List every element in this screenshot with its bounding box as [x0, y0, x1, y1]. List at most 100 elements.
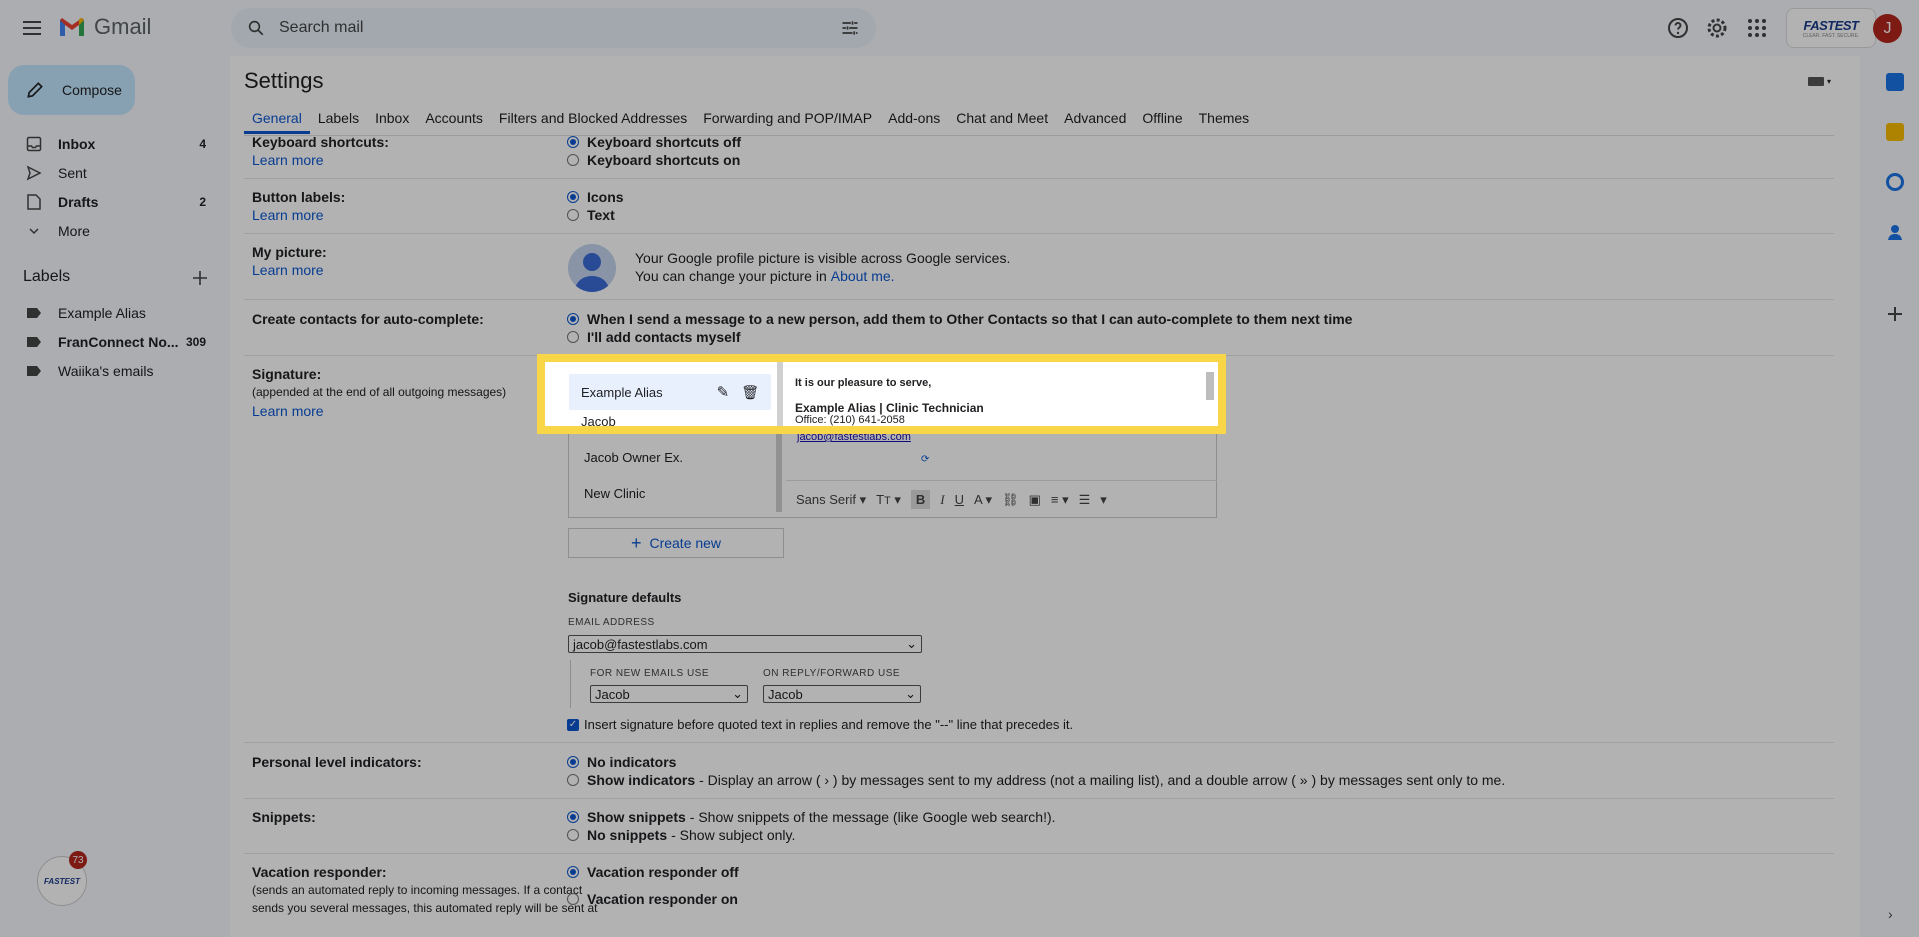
link-icon[interactable]: ⛓ — [1002, 492, 1019, 508]
align-icon[interactable]: ≡ ▾ — [1051, 492, 1069, 508]
more-formatting-icon[interactable]: ▾ — [1100, 492, 1107, 508]
add-label-icon[interactable] — [191, 269, 209, 287]
signature-sub: (appended at the end of all outgoing mes… — [252, 385, 507, 399]
font-size-icon[interactable]: TT ▾ — [876, 492, 901, 508]
radio-selected[interactable] — [567, 866, 579, 878]
label-item-example-alias[interactable]: Example Alias — [0, 298, 216, 328]
section-divider — [244, 178, 1834, 179]
tab-chat-meet[interactable]: Chat and Meet — [948, 108, 1056, 134]
tasks-icon[interactable] — [1886, 173, 1904, 191]
org-widget-text: FASTEST — [43, 876, 80, 886]
email-address-select[interactable]: jacob@fastestlabs.com ⌄ — [568, 635, 922, 653]
bold-icon[interactable]: B — [910, 490, 931, 509]
about-me-link[interactable]: About me. — [831, 268, 895, 284]
sidebar-item-inbox[interactable]: Inbox 4 — [0, 129, 216, 159]
numbered-list-icon[interactable]: ☰ — [1079, 492, 1091, 508]
radio-selected[interactable] — [567, 191, 579, 203]
radio-unselected[interactable] — [567, 209, 579, 221]
calendar-icon[interactable] — [1886, 73, 1904, 91]
pencil-icon — [27, 82, 43, 98]
account-avatar[interactable]: J — [1873, 14, 1902, 43]
tab-accounts[interactable]: Accounts — [417, 108, 491, 134]
signature-text-line1: It is our pleasure to serve, — [795, 377, 932, 389]
radio-unselected[interactable] — [567, 893, 579, 905]
main-menu-icon[interactable] — [20, 16, 44, 40]
radio-unselected[interactable] — [567, 774, 579, 786]
compose-button[interactable]: Compose — [8, 65, 135, 115]
underline-icon[interactable]: U — [955, 492, 964, 507]
search-input[interactable] — [279, 19, 840, 37]
font-family-select[interactable]: Sans Serif ▾ — [796, 492, 866, 508]
checkbox-checked[interactable]: ✓ — [567, 718, 579, 731]
create-new-signature-button[interactable]: + Create new — [568, 528, 784, 558]
tab-offline[interactable]: Offline — [1134, 108, 1190, 134]
compose-label: Compose — [62, 82, 122, 98]
signature-list-item-selected[interactable]: Example Alias ✎ 🗑 — [569, 374, 771, 410]
get-addons-icon[interactable] — [1886, 305, 1904, 323]
tab-themes[interactable]: Themes — [1191, 108, 1258, 134]
contacts-icon[interactable] — [1886, 223, 1904, 241]
snippets-label: Snippets: — [252, 809, 316, 825]
auto-add-contacts-radio[interactable]: When I send a message to a new person, a… — [567, 311, 1352, 327]
editor-scrollbar-thumb[interactable] — [1206, 372, 1214, 400]
keyboard-learn-more-link[interactable]: Learn more — [252, 152, 324, 168]
signature-list-item[interactable]: Jacob — [581, 414, 616, 426]
gmail-logo[interactable]: Gmail — [58, 14, 151, 40]
edit-pencil-icon[interactable]: ✎ — [717, 383, 730, 401]
sidebar-item-more[interactable]: More — [0, 216, 216, 246]
apps-grid-icon[interactable] — [1745, 16, 1769, 40]
insert-signature-option[interactable]: ✓ Insert signature before quoted text in… — [567, 717, 1073, 732]
tab-general[interactable]: General — [244, 108, 310, 134]
tab-advanced[interactable]: Advanced — [1056, 108, 1134, 134]
signature-list-item[interactable]: New Clinic — [584, 486, 645, 501]
tab-addons[interactable]: Add-ons — [880, 108, 948, 134]
tab-inbox[interactable]: Inbox — [367, 108, 417, 134]
signature-learn-more-link[interactable]: Learn more — [252, 403, 324, 419]
picture-info-line1: Your Google profile picture is visible a… — [635, 250, 1011, 266]
radio-unselected[interactable] — [567, 154, 579, 166]
label-item-waiika[interactable]: Waiika's emails — [0, 356, 216, 386]
help-icon[interactable] — [1666, 16, 1690, 40]
sidebar-item-sent[interactable]: Sent — [0, 158, 216, 188]
keyboard-off-radio[interactable]: Keyboard shortcuts off — [567, 134, 741, 150]
radio-selected[interactable] — [567, 811, 579, 823]
manual-contacts-radio[interactable]: I'll add contacts myself — [567, 329, 741, 345]
vacation-on-radio[interactable]: Vacation responder on — [567, 891, 738, 907]
tab-forwarding[interactable]: Forwarding and POP/IMAP — [695, 108, 880, 134]
reply-forward-signature-select[interactable]: Jacob ⌄ — [763, 685, 921, 703]
text-radio[interactable]: Text — [567, 207, 615, 223]
expand-panel-icon[interactable]: › — [1888, 906, 1893, 922]
radio-selected[interactable] — [567, 313, 579, 325]
icons-radio[interactable]: Icons — [567, 189, 624, 205]
list-scrollbar-thumb[interactable] — [777, 362, 783, 426]
radio-selected[interactable] — [567, 136, 579, 148]
no-snippets-radio[interactable]: No snippets - Show subject only. — [567, 827, 795, 843]
input-tools-icon[interactable]: ▾ — [1808, 74, 1836, 88]
delete-trash-icon[interactable]: 🗑 — [741, 384, 759, 401]
filter-options-icon[interactable] — [840, 18, 860, 38]
radio-selected[interactable] — [567, 756, 579, 768]
keep-icon[interactable] — [1886, 123, 1904, 141]
sidebar-item-drafts[interactable]: Drafts 2 — [0, 187, 216, 217]
tab-labels[interactable]: Labels — [310, 108, 367, 134]
radio-unselected[interactable] — [567, 829, 579, 841]
italic-icon[interactable]: I — [940, 492, 944, 508]
tab-filters[interactable]: Filters and Blocked Addresses — [491, 108, 695, 134]
signature-list-item[interactable]: Jacob Owner Ex. — [584, 450, 683, 465]
radio-unselected[interactable] — [567, 331, 579, 343]
text-color-icon[interactable]: A ▾ — [974, 492, 992, 508]
no-indicators-radio[interactable]: No indicators — [567, 754, 676, 770]
keyboard-on-radio[interactable]: Keyboard shortcuts on — [567, 152, 740, 168]
organization-logo[interactable]: FASTEST CLEAR. FAST. SECURE. — [1786, 8, 1876, 48]
vacation-off-radio[interactable]: Vacation responder off — [567, 864, 739, 880]
label-item-franconnect[interactable]: FranConnect No... 309 — [0, 327, 216, 357]
image-icon[interactable]: ▣ — [1029, 492, 1041, 508]
new-emails-signature-select[interactable]: Jacob ⌄ — [590, 685, 748, 703]
search-bar[interactable] — [231, 8, 876, 48]
settings-gear-icon[interactable] — [1705, 16, 1729, 40]
show-indicators-radio[interactable]: Show indicators - Display an arrow ( › ) … — [567, 772, 1505, 788]
picture-learn-more-link[interactable]: Learn more — [252, 262, 324, 278]
search-icon[interactable] — [247, 19, 265, 37]
button-labels-learn-more-link[interactable]: Learn more — [252, 207, 324, 223]
show-snippets-radio[interactable]: Show snippets - Show snippets of the mess… — [567, 809, 1056, 825]
